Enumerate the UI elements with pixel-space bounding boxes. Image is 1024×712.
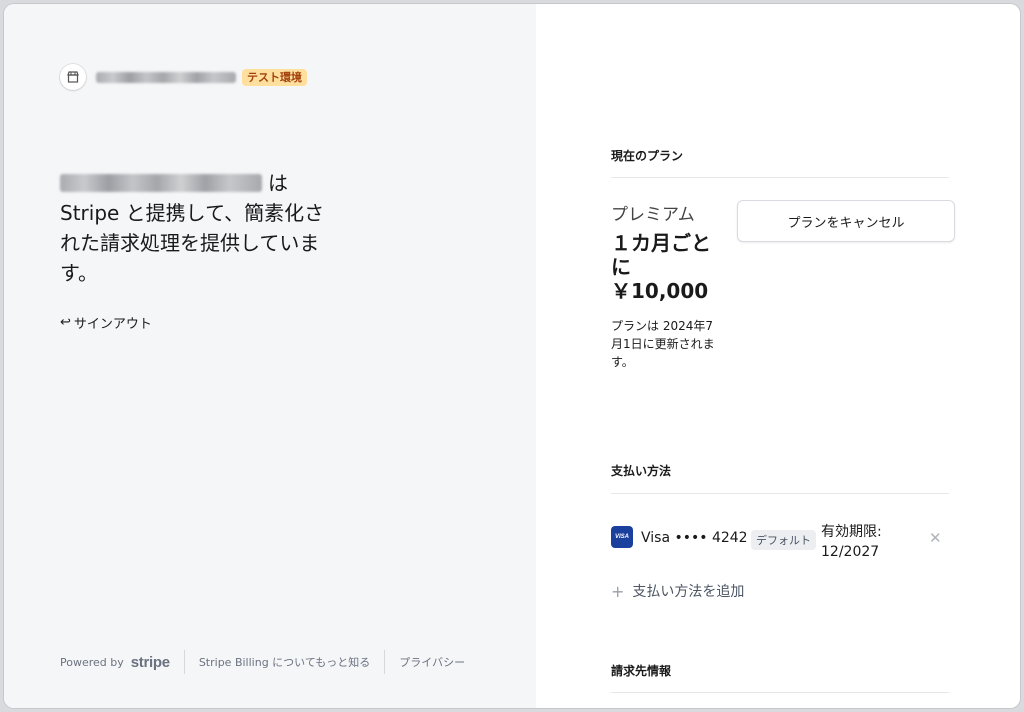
left-panel: テスト環境 は Stripe と提携して、簡素化された請求処理を提供しています。… xyxy=(4,4,536,708)
add-payment-method-button[interactable]: + 支払い方法を追加 xyxy=(611,581,744,601)
close-icon[interactable]: ✕ xyxy=(929,529,942,547)
add-payment-method-label: 支払い方法を追加 xyxy=(632,584,745,600)
divider xyxy=(611,692,949,693)
visa-card-icon: VISA xyxy=(611,526,633,548)
portal-window: テスト環境 は Stripe と提携して、簡素化された請求処理を提供しています。… xyxy=(4,4,1020,708)
footer-divider xyxy=(384,650,386,674)
test-mode-badge: テスト環境 xyxy=(242,68,307,86)
footer-divider xyxy=(183,650,185,674)
powered-by-label: Powered by xyxy=(60,655,124,669)
card-label: Visa •••• 4242 xyxy=(641,530,748,546)
signout-label: サインアウト xyxy=(73,317,152,332)
card-expiry: 有効期限: 12/2027 xyxy=(821,524,882,560)
footer: Powered by stripe Stripe Billing についてもっと… xyxy=(60,650,465,674)
learn-more-link[interactable]: Stripe Billing についてもっと知る xyxy=(199,654,370,670)
cancel-plan-button[interactable]: プランをキャンセル xyxy=(737,200,955,242)
payment-card-row: VISA Visa •••• 4242 デフォルト 有効期限: 12/2027 … xyxy=(611,522,949,562)
merchant-name-redacted xyxy=(96,71,236,83)
billing-info-title: 請求先情報 xyxy=(611,664,672,678)
headline: は Stripe と提携して、簡素化された請求処理を提供しています。 xyxy=(60,168,340,288)
store-icon xyxy=(60,64,86,90)
headline-suffix: は xyxy=(268,171,288,195)
privacy-link[interactable]: プライバシー xyxy=(399,654,465,670)
plan-price: １カ月ごとに￥10,000 xyxy=(611,231,711,303)
merchant-name-redacted-headline xyxy=(60,174,262,192)
current-plan-title: 現在のプラン xyxy=(611,149,684,163)
merchant-header: テスト環境 xyxy=(60,64,307,90)
plus-icon: + xyxy=(611,581,625,601)
return-arrow-icon: ↩ xyxy=(60,315,71,330)
plan-renewal-text: プランは 2024年7月1日に更新されます。 xyxy=(611,319,715,369)
right-panel: 現在のプラン プレミアム １カ月ごとに￥10,000 プランは 2024年7月1… xyxy=(536,4,1020,708)
plan-name: プレミアム xyxy=(611,205,695,225)
headline-body: Stripe と提携して、簡素化された請求処理を提供しています。 xyxy=(60,201,325,285)
payment-method-title: 支払い方法 xyxy=(611,464,672,478)
powered-by-stripe[interactable]: Powered by stripe xyxy=(60,654,170,671)
divider xyxy=(611,493,949,494)
signout-link[interactable]: ↩ サインアウト xyxy=(60,313,152,332)
stripe-logo: stripe xyxy=(130,653,170,671)
default-badge: デフォルト xyxy=(751,530,816,550)
divider xyxy=(611,177,949,178)
